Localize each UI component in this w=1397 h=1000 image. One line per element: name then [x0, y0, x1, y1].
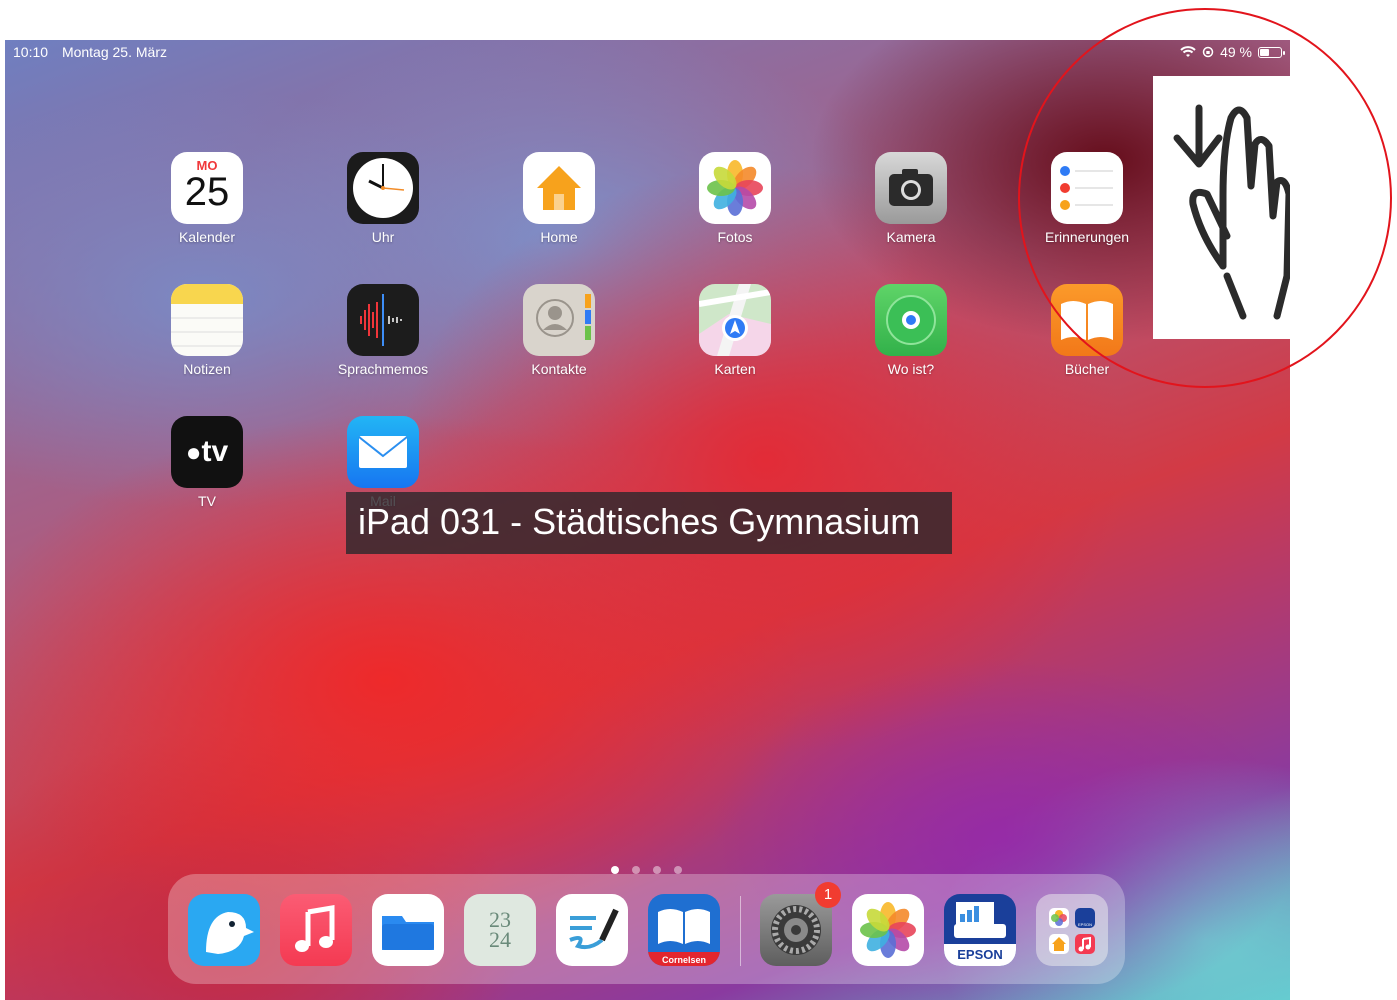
status-date: Montag 25. März [61, 44, 167, 60]
home-icon [523, 152, 595, 224]
photos-mini-icon [1049, 908, 1069, 928]
app-label: Wo ist? [887, 361, 935, 377]
app-tv[interactable]: ●tv TV [132, 416, 282, 509]
app-wo-ist[interactable]: Wo ist? [836, 284, 986, 377]
epson-label: EPSON [957, 947, 1003, 962]
cornelsen-label: Cornelsen [661, 955, 706, 965]
app-label: Sprachmemos [337, 361, 429, 377]
dock: 23 24 Cornelsen 1 EPSON EPSON [168, 874, 1125, 984]
page-dot-2[interactable] [632, 866, 640, 874]
tv-icon-text: tv [201, 435, 229, 468]
app-label: Kalender [178, 229, 236, 245]
app-notizen[interactable]: Notizen [132, 284, 282, 377]
home-mini-icon [1049, 934, 1069, 954]
app-label: Notizen [183, 361, 231, 377]
bird-app-icon[interactable] [188, 894, 260, 966]
app-uhr[interactable]: Uhr [308, 152, 458, 245]
app-label: TV [198, 493, 216, 509]
files-icon[interactable] [372, 894, 444, 966]
apple-logo-icon: ● [185, 437, 202, 467]
annotation-circle [1018, 8, 1392, 388]
epson-icon[interactable]: EPSON [944, 894, 1016, 966]
planner-icon[interactable]: 23 24 [464, 894, 536, 966]
app-fotos[interactable]: Fotos [660, 152, 810, 245]
app-home[interactable]: Home [484, 152, 634, 245]
app-library-icon[interactable]: EPSON [1036, 894, 1108, 966]
notification-badge: 1 [815, 882, 841, 908]
photos-icon[interactable] [852, 894, 924, 966]
calendar-icon: MO 25 [171, 152, 243, 224]
app-karten[interactable]: Karten [660, 284, 810, 377]
voice-memos-icon [347, 284, 419, 356]
contacts-icon [523, 284, 595, 356]
app-label: Kamera [886, 229, 936, 245]
photos-icon [699, 152, 771, 224]
music-icon[interactable] [280, 894, 352, 966]
app-sprachmemos[interactable]: Sprachmemos [308, 284, 458, 377]
music-mini-icon [1075, 934, 1095, 954]
epson-mini-label: EPSON [1077, 922, 1092, 927]
page-dot-1[interactable] [611, 866, 619, 874]
status-time: 10:10 [13, 44, 49, 60]
notes-icon [171, 284, 243, 356]
app-kalender[interactable]: MO 25 Kalender [132, 152, 282, 245]
dock-separator [740, 896, 741, 966]
page-dot-4[interactable] [674, 866, 682, 874]
app-label: Home [540, 229, 578, 245]
mail-icon [347, 416, 419, 488]
app-kamera[interactable]: Kamera [836, 152, 986, 245]
notes-pen-icon[interactable] [556, 894, 628, 966]
page-indicator[interactable] [611, 866, 682, 874]
device-name-overlay: iPad 031 - Städtisches Gymnasium [346, 492, 952, 554]
tv-icon: ●tv [171, 416, 243, 488]
calendar-date: 25 [184, 170, 230, 214]
cornelsen-book-icon[interactable]: Cornelsen [648, 894, 720, 966]
page-dot-3[interactable] [653, 866, 661, 874]
maps-icon [699, 284, 771, 356]
app-label: Karten [714, 361, 756, 377]
app-label: Kontakte [531, 361, 587, 377]
camera-icon [875, 152, 947, 224]
planner-year-bottom: 24 [489, 927, 511, 952]
clock-icon [347, 152, 419, 224]
epson-mini-icon: EPSON [1075, 908, 1095, 928]
find-my-icon [875, 284, 947, 356]
app-label: Uhr [371, 229, 395, 245]
app-kontakte[interactable]: Kontakte [484, 284, 634, 377]
app-label: Fotos [717, 229, 753, 245]
